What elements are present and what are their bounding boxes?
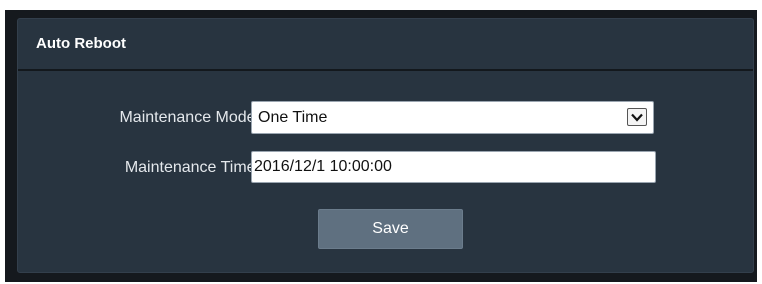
auto-reboot-panel: Auto Reboot Maintenance Mode: One Time M… <box>17 18 754 273</box>
maintenance-time-label: Maintenance Time: <box>124 159 260 176</box>
maintenance-mode-selected-value: One Time <box>258 109 328 126</box>
maintenance-time-input[interactable] <box>251 151 656 183</box>
maintenance-mode-select[interactable]: One Time <box>251 101 654 134</box>
panel-title: Auto Reboot <box>36 35 126 52</box>
save-button[interactable]: Save <box>318 209 463 249</box>
maintenance-mode-label: Maintenance Mode: <box>119 109 260 126</box>
panel-header: Auto Reboot <box>18 19 753 71</box>
chevron-down-icon[interactable] <box>627 108 647 126</box>
